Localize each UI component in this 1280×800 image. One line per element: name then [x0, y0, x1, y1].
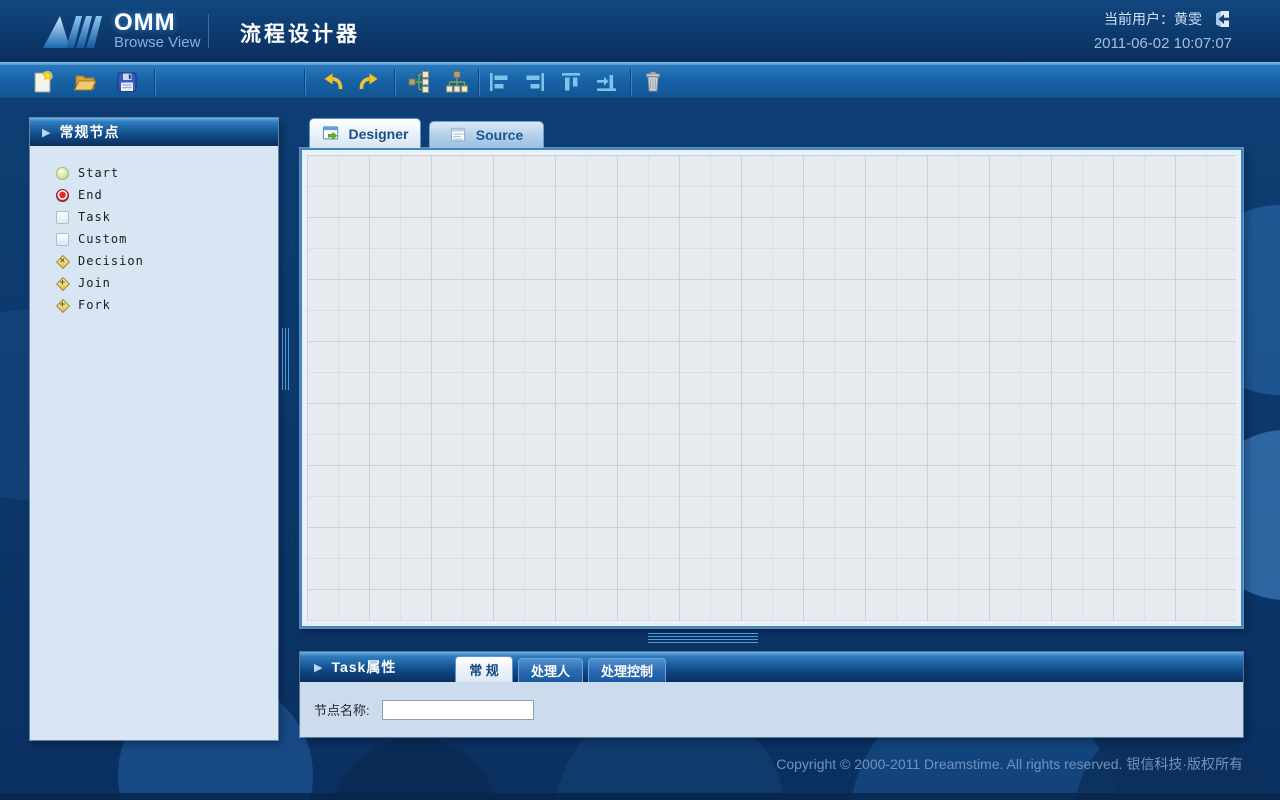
start-node-icon: [56, 167, 69, 180]
vertical-splitter[interactable]: [282, 328, 291, 390]
save-button[interactable]: [114, 69, 140, 95]
palette-node-item[interactable]: End: [56, 184, 278, 206]
tab-handling-control[interactable]: 处理控制: [588, 658, 666, 682]
chevron-right-icon: ▶: [314, 661, 322, 674]
align-top-icon: [559, 70, 583, 94]
palette-node-label: Join: [78, 276, 111, 290]
palette-node-label: End: [78, 188, 103, 202]
tab-handling-control-label: 处理控制: [601, 661, 653, 680]
tab-designer-label: Designer: [349, 126, 409, 142]
palette-node-item[interactable]: Join: [56, 272, 278, 294]
datetime-label: 2011-06-02 10:07:07: [1094, 35, 1232, 52]
properties-tabbar: 常 规 处理人 处理控制: [455, 656, 671, 682]
save-icon: [115, 70, 139, 94]
toolbar-separator: [394, 69, 396, 95]
open-button[interactable]: [72, 69, 98, 95]
palette-node-label: Start: [78, 166, 119, 180]
decision-node-icon: [56, 255, 69, 268]
header-separator: [0, 62, 1280, 65]
align-right-button[interactable]: [522, 69, 548, 95]
toolbar: [0, 65, 1280, 99]
align-right-icon: [523, 70, 547, 94]
page-title: 流程设计器: [240, 18, 360, 48]
logo-title: OMM: [114, 11, 200, 35]
tab-designer[interactable]: Designer: [309, 118, 421, 148]
design-canvas[interactable]: [307, 155, 1236, 621]
align-left-button[interactable]: [486, 69, 512, 95]
fork-node-icon: [56, 299, 69, 312]
palette-node-label: Decision: [78, 254, 144, 268]
trash-icon: [641, 70, 665, 94]
source-tab-icon: [450, 127, 467, 143]
tab-general-label: 常 规: [469, 660, 499, 679]
horizontal-splitter[interactable]: [648, 633, 758, 645]
end-node-icon: [56, 189, 69, 202]
designer-tabbar: Designer Source: [300, 118, 544, 148]
custom-node-icon: [56, 233, 69, 246]
align-bottom-button[interactable]: [594, 69, 620, 95]
palette-node-item[interactable]: Fork: [56, 294, 278, 316]
palette-node-label: Fork: [78, 298, 111, 312]
node-palette-panel: ▶ 常规节点 Start End Task Custom Decision Jo…: [30, 118, 278, 740]
undo-button[interactable]: [320, 69, 346, 95]
layout-vertical-icon: [445, 70, 469, 94]
palette-node-item[interactable]: Decision: [56, 250, 278, 272]
tab-handler-label: 处理人: [531, 661, 570, 680]
align-bottom-icon: [595, 70, 619, 94]
node-name-label: 节点名称:: [314, 700, 370, 719]
palette-node-label: Task: [78, 210, 111, 224]
deco-circle: [330, 738, 500, 800]
palette-node-label: Custom: [78, 232, 127, 246]
tab-source[interactable]: Source: [429, 121, 544, 148]
delete-button[interactable]: [640, 69, 666, 95]
properties-header: ▶ Task属性 常 规 处理人 处理控制: [300, 652, 1243, 682]
toolbar-separator: [304, 69, 306, 95]
properties-body: 节点名称:: [300, 682, 1243, 737]
task-node-icon: [56, 211, 69, 224]
logo-subtitle: Browse View: [114, 35, 200, 51]
palette-node-item[interactable]: Start: [56, 162, 278, 184]
bottom-strip: [0, 793, 1280, 800]
properties-panel: ▶ Task属性 常 规 处理人 处理控制 节点名称:: [300, 652, 1243, 737]
align-left-icon: [487, 70, 511, 94]
layout-horizontal-button[interactable]: [406, 69, 432, 95]
redo-icon: [357, 70, 381, 94]
redo-button[interactable]: [356, 69, 382, 95]
node-palette-header[interactable]: ▶ 常规节点: [30, 118, 278, 146]
chevron-right-icon: ▶: [42, 126, 50, 139]
app-header: OMM Browse View 流程设计器 当前用户：黄雯 2011-06-02…: [0, 0, 1280, 62]
designer-tab-icon: [322, 125, 340, 142]
node-list: Start End Task Custom Decision Join Fork: [30, 146, 278, 316]
new-file-button[interactable]: [30, 69, 56, 95]
open-folder-icon: [73, 70, 97, 94]
copyright-text: Copyright © 2000-2011 Dreamstime. All ri…: [776, 754, 1243, 774]
palette-node-item[interactable]: Task: [56, 206, 278, 228]
current-user-label: 当前用户：黄雯: [1104, 9, 1202, 29]
align-top-button[interactable]: [558, 69, 584, 95]
designer-panel: [300, 148, 1243, 628]
tab-source-label: Source: [476, 127, 523, 143]
properties-title: Task属性: [331, 657, 396, 677]
toolbar-separator: [478, 69, 480, 95]
new-file-icon: [31, 70, 55, 94]
layout-vertical-button[interactable]: [444, 69, 470, 95]
node-name-input[interactable]: [382, 700, 534, 720]
tab-handler[interactable]: 处理人: [518, 658, 583, 682]
undo-icon: [321, 70, 345, 94]
layout-horizontal-icon: [407, 70, 431, 94]
header-divider: [208, 14, 209, 48]
node-palette-title: 常规节点: [59, 122, 119, 142]
join-node-icon: [56, 277, 69, 290]
toolbar-separator: [154, 69, 156, 95]
logo-mark-icon: [42, 10, 106, 52]
app-logo: OMM Browse View: [42, 10, 200, 52]
logout-icon[interactable]: [1212, 10, 1232, 28]
palette-node-item[interactable]: Custom: [56, 228, 278, 250]
toolbar-separator: [630, 69, 632, 95]
tab-general[interactable]: 常 规: [455, 656, 513, 682]
